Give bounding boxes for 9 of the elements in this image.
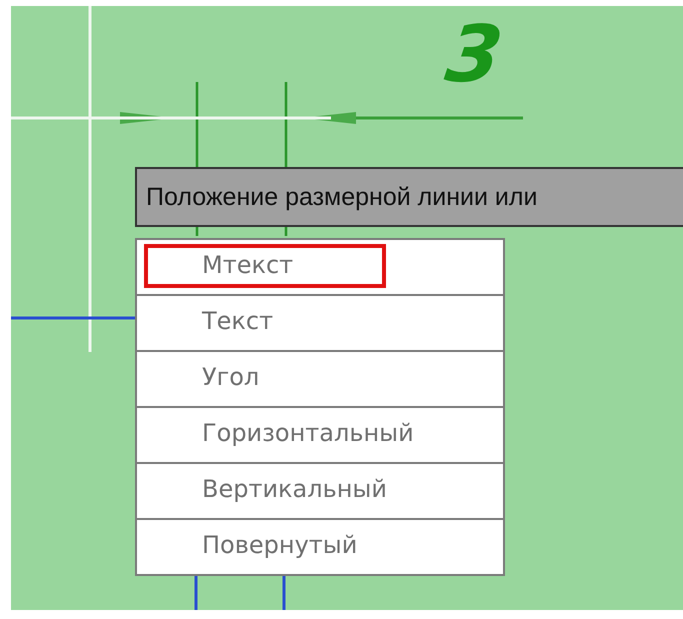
command-prompt: Положение размерной линии или [135,167,683,227]
drawing-area[interactable]: 3 Положение размерной линии или Мтекст Текст Угол Горизонтальный Вертикальный Повернутый [11,6,683,610]
dimension-text: 3 [442,16,507,94]
menu-item[interactable]: Повернутый [137,518,503,574]
menu-item[interactable]: Угол [137,350,503,406]
menu-item[interactable]: Горизонтальный [137,406,503,462]
menu-item[interactable]: Текст [137,294,503,350]
menu-item[interactable]: Вертикальный [137,462,503,518]
menu-item[interactable]: Мтекст [137,240,503,294]
